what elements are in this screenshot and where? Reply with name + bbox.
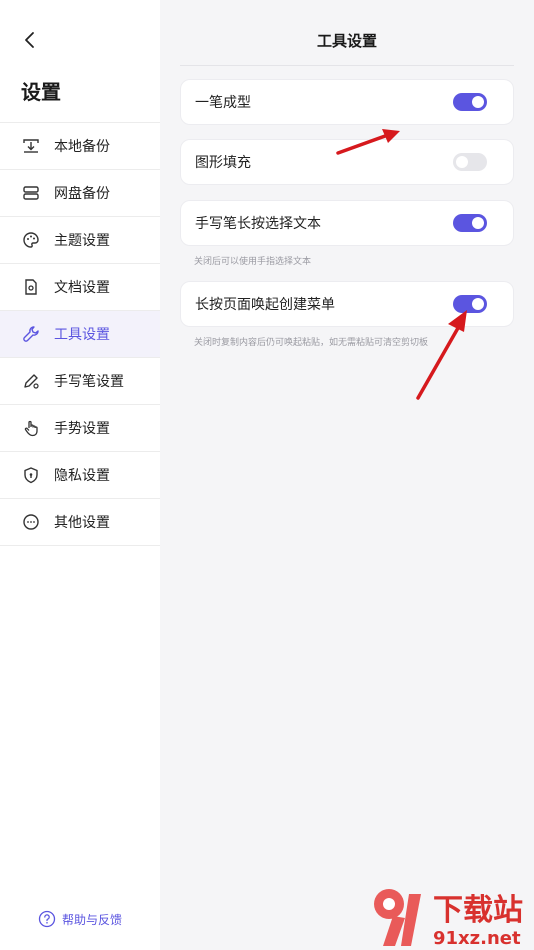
toggle-knob [472, 217, 484, 229]
sidebar-item-label: 其他设置 [54, 515, 110, 531]
toggle-knob [472, 96, 484, 108]
sidebar-item-label: 文档设置 [54, 280, 110, 296]
hand-gesture-icon [20, 417, 42, 439]
help-circle-icon [38, 910, 56, 928]
sidebar-item-label: 手势设置 [54, 421, 110, 437]
annotation-arrow-2 [416, 310, 467, 400]
sidebar-item-cloud-backup[interactable]: 网盘备份 [0, 170, 160, 217]
sidebar-item-gesture[interactable]: 手势设置 [0, 405, 160, 452]
sidebar-item-other[interactable]: 其他设置 [0, 499, 160, 546]
pen-gear-icon [20, 370, 42, 392]
sidebar-item-label: 手写笔设置 [54, 374, 124, 390]
pen-long-press-select-toggle[interactable] [453, 214, 487, 232]
chevron-left-icon [25, 32, 34, 48]
setting-label: 一笔成型 [195, 95, 251, 111]
help-feedback-label: 帮助与反馈 [62, 912, 123, 927]
toggle-knob [456, 156, 468, 168]
one-stroke-toggle[interactable] [453, 93, 487, 111]
sidebar-item-theme[interactable]: 主题设置 [0, 217, 160, 264]
setting-label: 图形填充 [195, 155, 251, 171]
panel-title: 工具设置 [316, 32, 377, 50]
help-feedback-link[interactable]: 帮助与反馈 [38, 910, 122, 928]
setting-hint: 关闭时复制内容后仍可唤起粘贴，如无需粘贴可清空剪切板 [194, 338, 429, 348]
setting-label: 手写笔长按选择文本 [195, 216, 321, 232]
local-backup-icon [20, 135, 42, 157]
setting-hint: 关闭后可以使用手指选择文本 [194, 257, 312, 267]
sidebar-item-label: 主题设置 [54, 233, 110, 249]
divider [180, 65, 514, 66]
back-button[interactable] [16, 26, 44, 54]
page-title: 设置 [21, 80, 61, 104]
sidebar-item-privacy[interactable]: 隐私设置 [0, 452, 160, 499]
annotation-arrow-1 [336, 129, 400, 155]
sidebar: 设置 本地备份 网盘备份 主题设置 文档设置 工具设置 手写笔设置 手势设置 隐… [0, 0, 160, 950]
svg-text:下载站: 下载站 [433, 893, 523, 928]
sidebar-item-document[interactable]: 文档设置 [0, 264, 160, 311]
palette-icon [20, 229, 42, 251]
document-gear-icon [20, 276, 42, 298]
sidebar-item-label: 隐私设置 [54, 468, 110, 484]
cloud-backup-icon [20, 182, 42, 204]
sidebar-item-tools[interactable]: 工具设置 [0, 311, 160, 358]
more-dots-icon [20, 511, 42, 533]
wrench-icon [20, 323, 42, 345]
shield-lock-icon [20, 464, 42, 486]
sidebar-item-local-backup[interactable]: 本地备份 [0, 123, 160, 170]
setting-pen-long-press-select: 手写笔长按选择文本 [180, 200, 514, 246]
settings-menu: 本地备份 网盘备份 主题设置 文档设置 工具设置 手写笔设置 手势设置 隐私设置… [0, 123, 160, 546]
sidebar-item-pen[interactable]: 手写笔设置 [0, 358, 160, 405]
sidebar-item-label: 工具设置 [54, 327, 110, 343]
setting-one-stroke: 一笔成型 [180, 79, 514, 125]
sidebar-item-label: 本地备份 [54, 139, 110, 155]
watermark-logo: 下载站 91xz.net [374, 889, 523, 949]
sidebar-item-label: 网盘备份 [54, 186, 110, 202]
shape-fill-toggle[interactable] [453, 153, 487, 171]
svg-text:91xz.net: 91xz.net [433, 928, 521, 949]
